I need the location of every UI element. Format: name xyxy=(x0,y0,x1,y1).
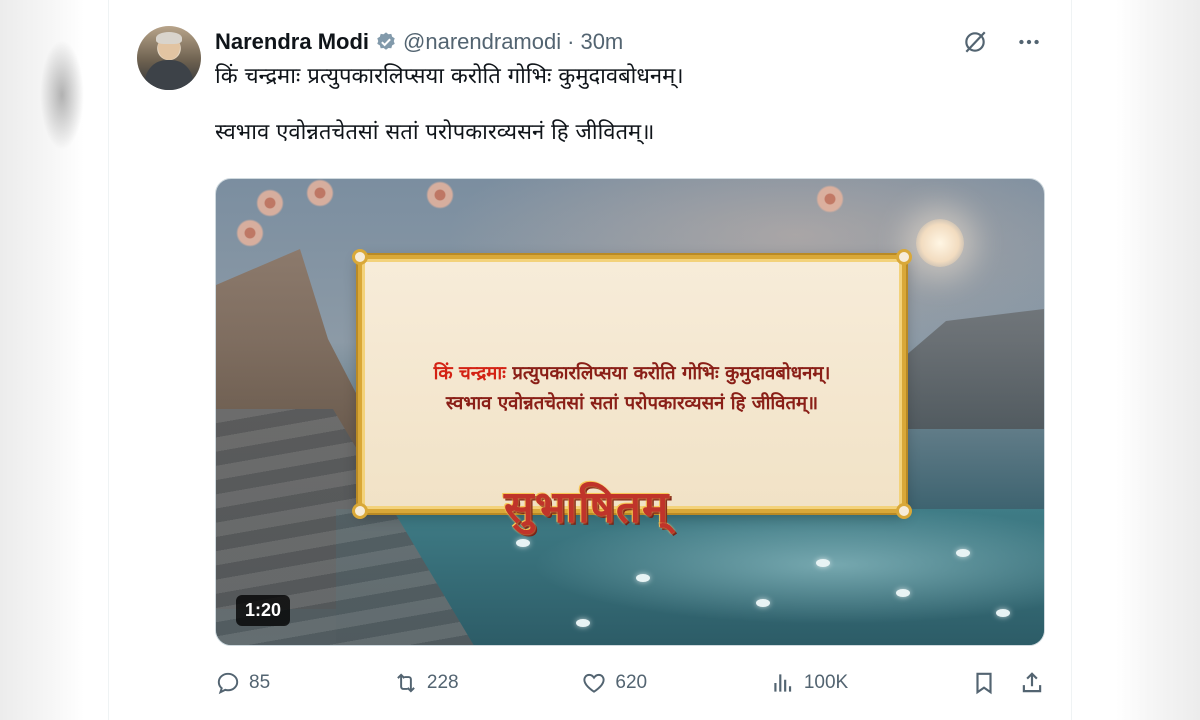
bookmark-button[interactable] xyxy=(971,670,997,696)
verified-badge-icon xyxy=(375,31,397,53)
share-button[interactable] xyxy=(1019,670,1045,696)
moon-illustration xyxy=(916,219,964,267)
repost-icon xyxy=(397,673,415,693)
scroll-verse-highlight: किं चन्द्रमाः xyxy=(433,363,506,384)
avatar[interactable] xyxy=(137,26,201,90)
tweet-header: Narendra Modi @narendramodi · 30m xyxy=(215,28,623,56)
right-actions xyxy=(971,670,1045,696)
video-duration-badge: 1:20 xyxy=(236,595,291,626)
video-media[interactable]: किं चन्द्रमाः प्रत्युपकारलिप्सया करोति ग… xyxy=(215,178,1045,646)
scroll-corner-ornament xyxy=(896,249,912,265)
scroll-verse-line-1-rest: प्रत्युपकारलिप्सया करोति गोभिः कुमुदावबो… xyxy=(505,363,831,384)
left-blurred-gutter xyxy=(0,0,84,720)
tweet-card[interactable]: Narendra Modi @narendramodi · 30m किं चन… xyxy=(108,0,1072,720)
blossom-decoration xyxy=(426,181,454,209)
repost-button[interactable]: 228 xyxy=(393,670,459,696)
scroll-corner-ornament xyxy=(896,503,912,519)
blossom-decoration xyxy=(236,219,264,247)
reply-button[interactable]: 85 xyxy=(215,670,270,696)
reply-count: 85 xyxy=(249,672,271,693)
top-actions xyxy=(961,28,1043,56)
views-count: 100K xyxy=(803,672,849,693)
tweet-action-bar: 85 228 620 100K xyxy=(215,668,1045,698)
scroll-verse: किं चन्द्रमाः प्रत्युपकारलिप्सया करोति ग… xyxy=(362,359,902,419)
tweet-text: किं चन्द्रमाः प्रत्युपकारलिप्सया करोति ग… xyxy=(215,62,1035,148)
scroll-corner-ornament xyxy=(352,503,368,519)
author-name[interactable]: Narendra Modi xyxy=(215,29,369,55)
views-button[interactable]: 100K xyxy=(770,670,848,696)
lotus-decoration xyxy=(636,574,650,582)
tweet-text-line-2: स्वभाव एवोन्नतचेतसां सतां परोपकारव्यसनं … xyxy=(215,120,655,145)
repost-count: 228 xyxy=(426,672,459,693)
lotus-decoration xyxy=(576,619,590,627)
blossom-decoration xyxy=(306,179,334,207)
right-blurred-gutter xyxy=(1116,0,1200,720)
scroll-verse-line-1: किं चन्द्रमाः प्रत्युपकारलिप्सया करोति ग… xyxy=(362,359,902,389)
author-handle[interactable]: @narendramodi xyxy=(403,29,561,55)
like-count: 620 xyxy=(615,672,648,693)
header-separator: · xyxy=(567,29,575,54)
lotus-decoration xyxy=(816,559,830,567)
lotus-decoration xyxy=(956,549,970,557)
like-button[interactable]: 620 xyxy=(581,670,647,696)
tweet-text-line-1: किं चन्द्रमाः प्रत्युपकारलिप्सया करोति ग… xyxy=(215,64,684,89)
scroll-corner-ornament xyxy=(352,249,368,265)
lotus-decoration xyxy=(896,589,910,597)
more-icon[interactable] xyxy=(1015,28,1043,56)
like-icon xyxy=(583,673,605,693)
views-icon xyxy=(774,674,791,692)
tweet-timestamp[interactable]: 30m xyxy=(580,29,623,55)
bookmark-icon xyxy=(976,672,992,695)
blossom-decoration xyxy=(816,185,844,213)
lotus-decoration xyxy=(516,539,530,547)
scroll-verse-line-2: स्वभाव एवोन्नतचेतसां सतां परोपकारव्यसनं … xyxy=(445,393,819,414)
lotus-decoration xyxy=(996,609,1010,617)
temple-right-illustration xyxy=(904,309,1044,429)
lotus-decoration xyxy=(756,599,770,607)
blossom-decoration xyxy=(256,189,284,217)
reply-icon xyxy=(217,672,239,695)
grok-icon[interactable] xyxy=(961,28,989,56)
avatar-hair xyxy=(156,32,182,44)
subhashitam-title: सुभाषितम् xyxy=(504,482,670,533)
share-icon xyxy=(1022,672,1042,693)
avatar-body xyxy=(145,60,193,90)
